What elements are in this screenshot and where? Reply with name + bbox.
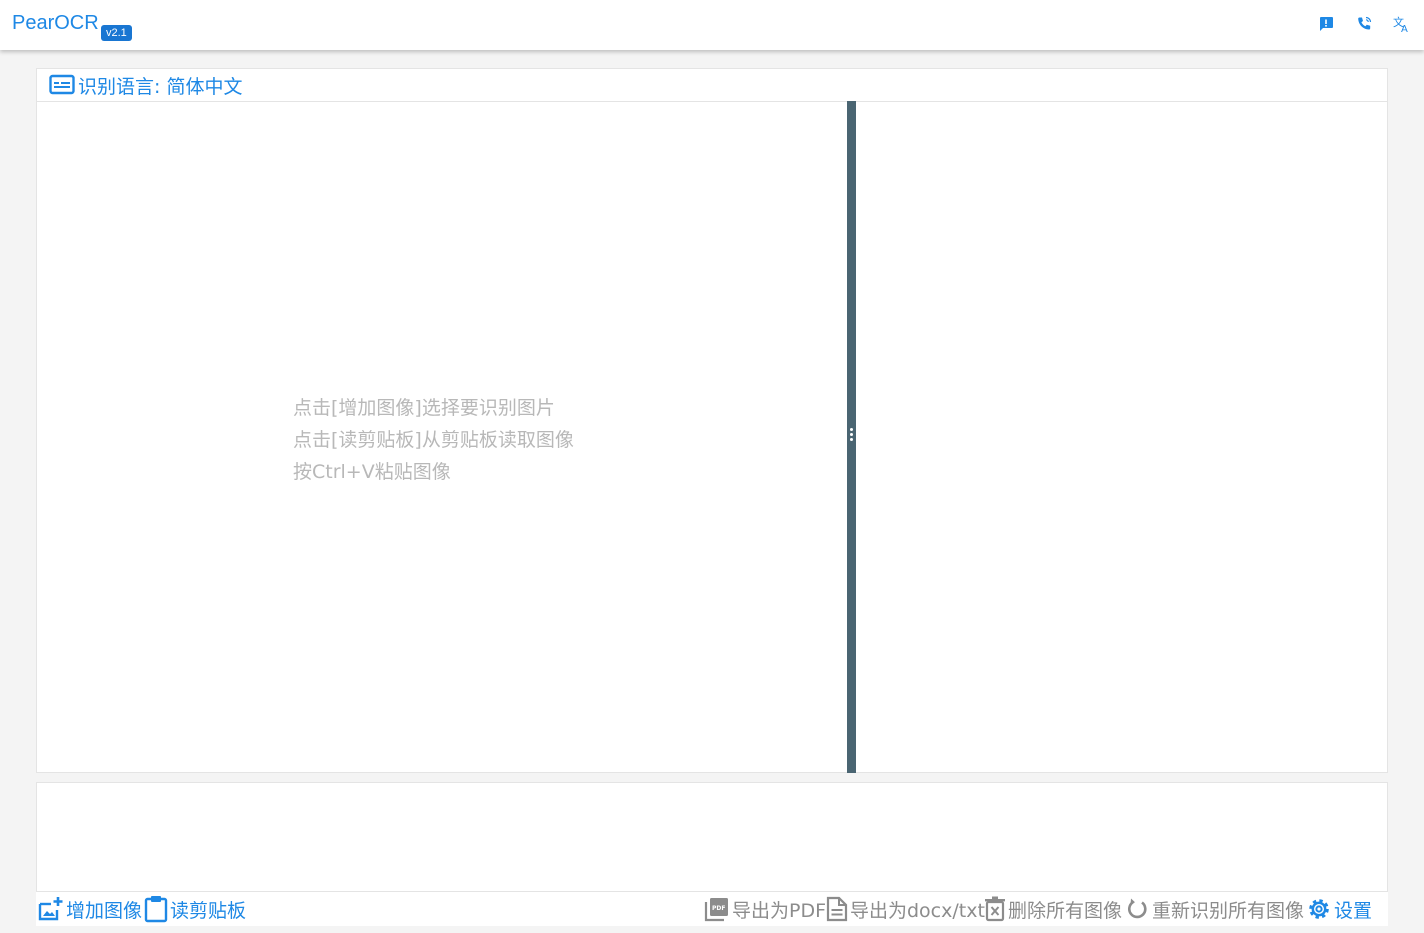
subtitles-icon bbox=[49, 74, 75, 95]
rerecognize-all-button[interactable]: 重新识别所有图像 bbox=[1126, 894, 1304, 924]
read-clipboard-label: 读剪贴板 bbox=[170, 899, 247, 922]
svg-text:A: A bbox=[1401, 24, 1408, 33]
export-docx-label: 导出为docx/txt bbox=[850, 899, 985, 922]
pane-divider[interactable] bbox=[847, 101, 856, 773]
version-badge: v2.1 bbox=[101, 25, 132, 41]
top-icons: 文A bbox=[1316, 14, 1412, 34]
phone-icon[interactable] bbox=[1354, 14, 1374, 34]
export-docx-button[interactable]: 导出为docx/txt bbox=[826, 894, 985, 924]
language-label: 识别语言: 简体中文 bbox=[78, 75, 243, 98]
svg-text:PDF: PDF bbox=[712, 905, 725, 912]
settings-label: 设置 bbox=[1334, 899, 1373, 922]
document-icon bbox=[826, 896, 848, 922]
gear-icon bbox=[1309, 899, 1329, 919]
drag-handle-icon bbox=[850, 428, 853, 443]
translate-icon[interactable]: 文A bbox=[1392, 14, 1412, 34]
settings-button[interactable]: 设置 bbox=[1306, 894, 1372, 924]
read-clipboard-button[interactable]: 读剪贴板 bbox=[144, 894, 246, 924]
thumbnail-strip[interactable] bbox=[36, 782, 1388, 892]
empty-hint: 点击[增加图像]选择要识别图片 点击[读剪贴板]从剪贴板读取图像 按Ctrl+V… bbox=[293, 392, 574, 488]
language-selector[interactable]: 识别语言: 简体中文 bbox=[37, 69, 1387, 102]
workspace-panel: 识别语言: 简体中文 点击[增加图像]选择要识别图片 点击[读剪贴板]从剪贴板读… bbox=[36, 68, 1388, 773]
ocr-result-pane[interactable] bbox=[856, 102, 1387, 772]
export-pdf-label: 导出为PDF bbox=[732, 899, 827, 922]
image-drop-area[interactable]: 点击[增加图像]选择要识别图片 点击[读剪贴板]从剪贴板读取图像 按Ctrl+V… bbox=[37, 102, 847, 772]
export-pdf-button[interactable]: PDF 导出为PDF bbox=[704, 894, 826, 924]
clipboard-icon bbox=[144, 896, 168, 923]
refresh-icon bbox=[1128, 898, 1147, 919]
hint-line: 点击[读剪贴板]从剪贴板读取图像 bbox=[293, 429, 574, 451]
pdf-icon: PDF bbox=[704, 898, 728, 922]
bottom-toolbar: 增加图像 读剪贴板 PDF 导出为PDF 导出为docx/txt 删除所有图像 … bbox=[36, 892, 1388, 926]
delete-all-label: 删除所有图像 bbox=[1008, 899, 1123, 922]
trash-icon bbox=[985, 896, 1005, 922]
add-image-label: 增加图像 bbox=[66, 899, 143, 922]
add-photo-icon bbox=[38, 897, 63, 921]
rerecognize-all-label: 重新识别所有图像 bbox=[1152, 899, 1305, 922]
top-bar: PearOCR v2.1 文A bbox=[0, 0, 1424, 50]
hint-line: 按Ctrl+V粘贴图像 bbox=[293, 461, 451, 483]
hint-line: 点击[增加图像]选择要识别图片 bbox=[293, 397, 555, 419]
add-image-button[interactable]: 增加图像 bbox=[38, 894, 142, 924]
delete-all-button[interactable]: 删除所有图像 bbox=[984, 894, 1122, 924]
feedback-icon[interactable] bbox=[1316, 14, 1336, 34]
app-title: PearOCR bbox=[12, 12, 99, 34]
